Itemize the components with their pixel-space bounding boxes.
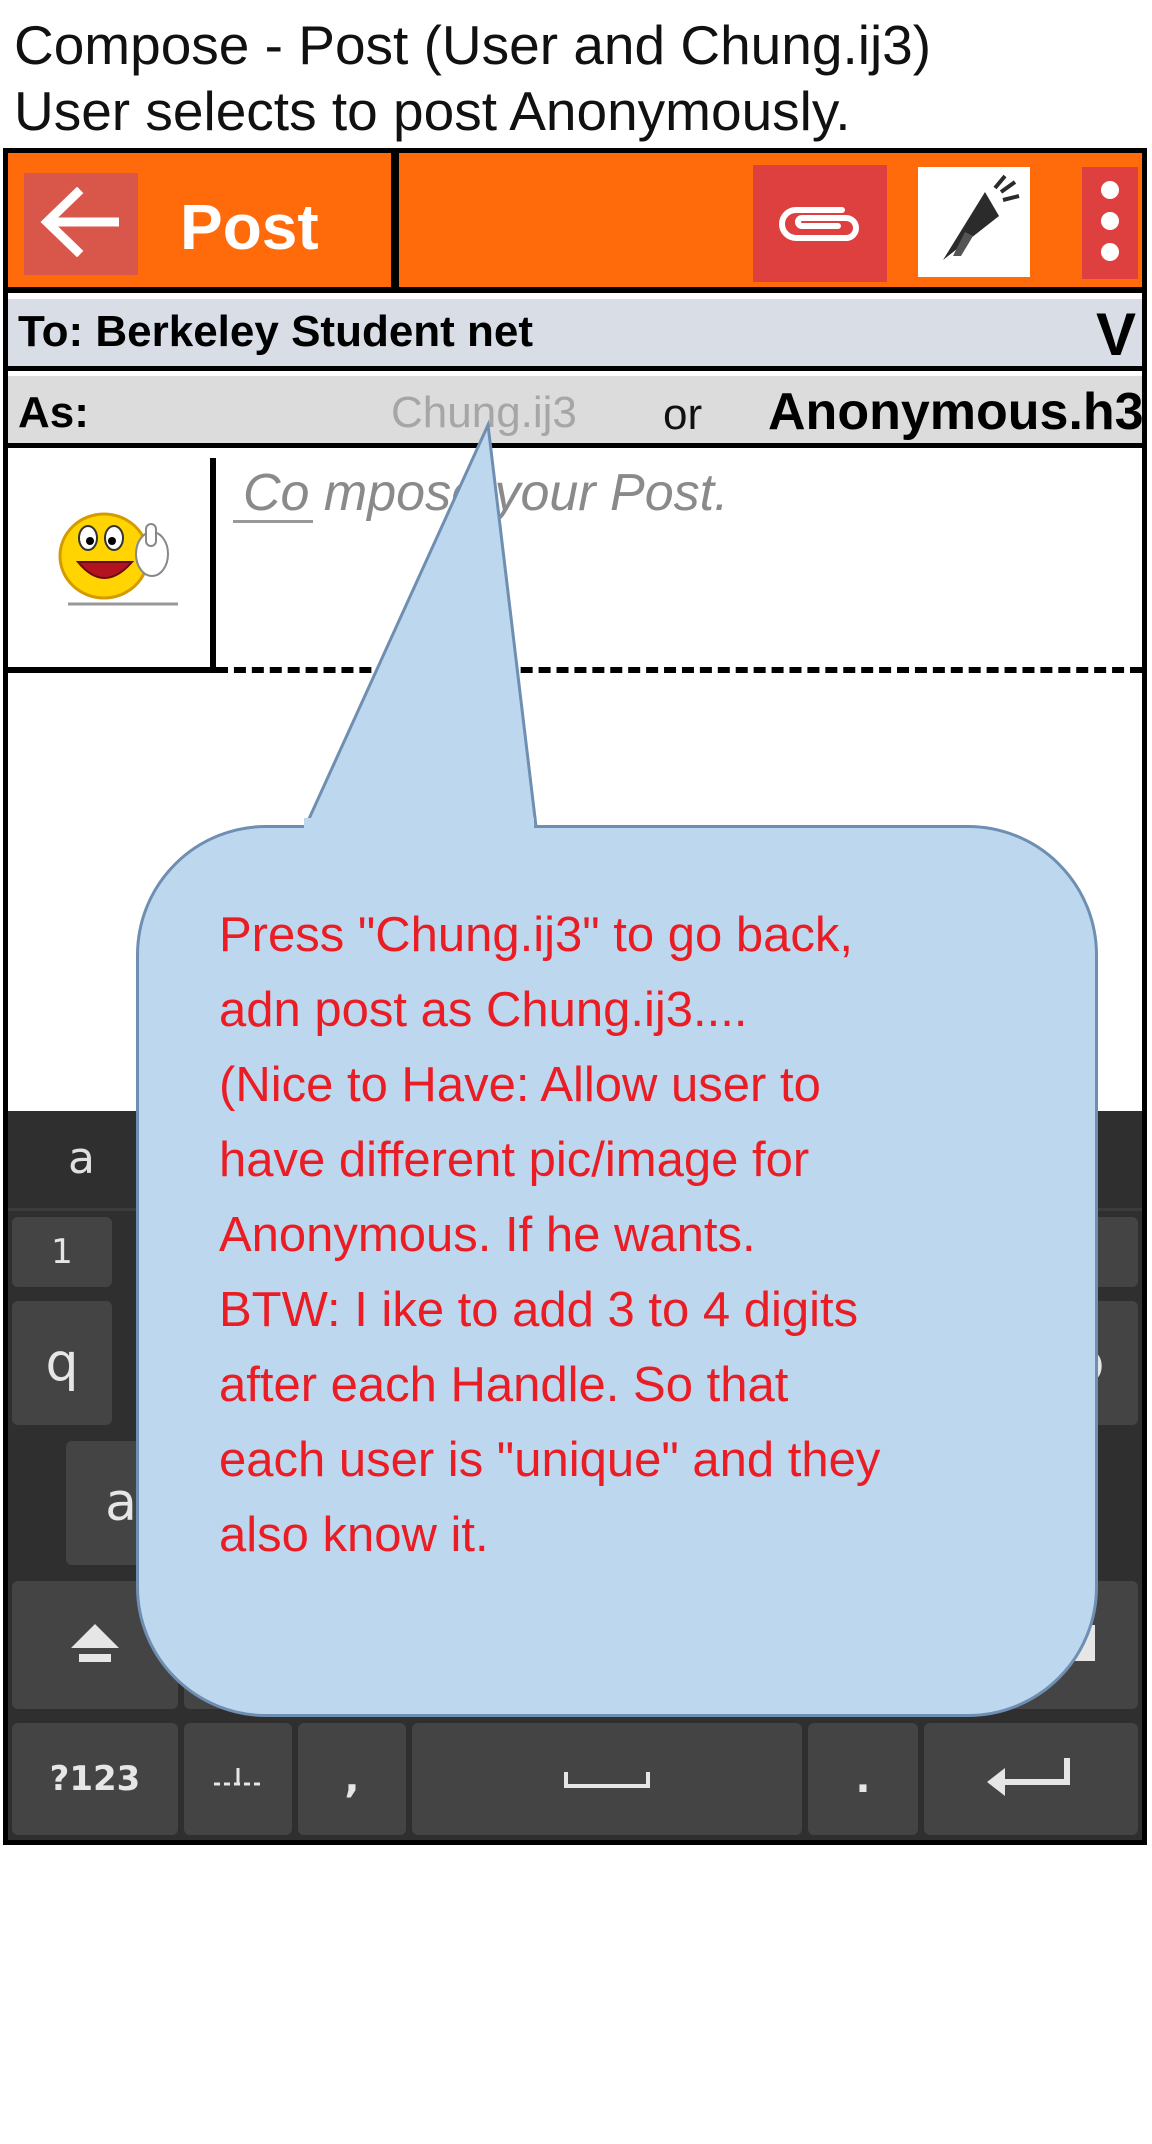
period-key[interactable]: . xyxy=(808,1723,918,1835)
callout-line: after each Handle. So that xyxy=(219,1358,789,1412)
comma-key[interactable]: , xyxy=(298,1723,406,1835)
key-1[interactable]: 1 xyxy=(12,1217,112,1287)
symbols-key[interactable]: ?123 xyxy=(12,1723,178,1835)
shift-icon xyxy=(67,1620,123,1670)
callout-joint xyxy=(304,818,534,832)
callout-line: Press "Chung.ij3" to go back, xyxy=(219,908,854,962)
callout-line: adn post as Chung.ij3.... xyxy=(219,983,748,1037)
settings-dots-icon xyxy=(208,1762,268,1796)
enter-icon xyxy=(983,1752,1079,1806)
callout-line: each user is "unique" and they xyxy=(219,1433,881,1487)
caption-line-2: User selects to post Anonymously. xyxy=(14,80,851,142)
callout-line: also know it. xyxy=(219,1508,489,1562)
callout-text: Press "Chung.ij3" to go back, adn post a… xyxy=(219,898,1059,1573)
callout-bubble: Press "Chung.ij3" to go back, adn post a… xyxy=(136,825,1098,1717)
callout-line: (Nice to Have: Allow user to xyxy=(219,1058,821,1112)
space-key[interactable] xyxy=(412,1723,802,1835)
space-bar-icon xyxy=(562,1762,652,1796)
emoji-settings-key[interactable] xyxy=(184,1723,292,1835)
phone-screen: Post To: Berkeley Student net V As: Chun… xyxy=(3,148,1147,1845)
callout-line: have different pic/image for xyxy=(219,1133,810,1187)
key-q[interactable]: q xyxy=(12,1301,112,1425)
callout-line: BTW: I ike to add 3 to 4 digits xyxy=(219,1283,859,1337)
enter-key[interactable] xyxy=(924,1723,1138,1835)
caption-line-1: Compose - Post (User and Chung.ij3) xyxy=(14,14,932,76)
callout-line: Anonymous. If he wants. xyxy=(219,1208,756,1262)
